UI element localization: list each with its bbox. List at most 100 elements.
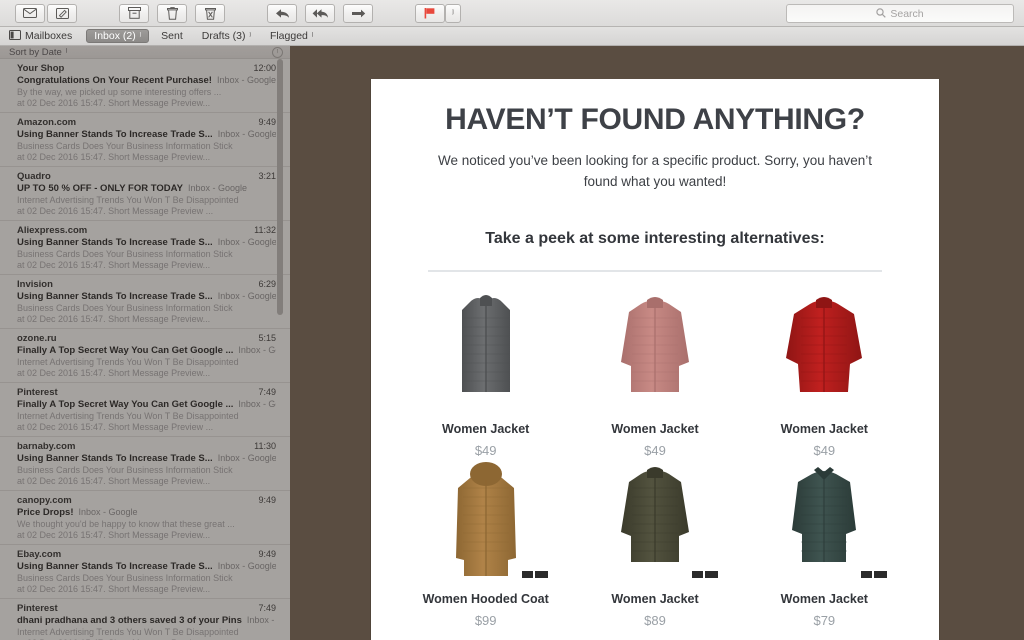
message-sender: canopy.com <box>17 495 72 506</box>
message-time: 9:49 <box>258 117 276 127</box>
message-preview-line-1: Internet Advertising Trends You Won T Be… <box>17 627 239 637</box>
product-card[interactable]: Women Jacket $79 <box>740 458 909 628</box>
message-time: 6:29 <box>258 279 276 289</box>
message-time: 9:49 <box>258 495 276 505</box>
message-mailbox: Inbox - Google <box>187 183 247 193</box>
message-list-item[interactable]: Quadro 3:21 UP TO 50 % OFF - ONLY FOR TODA… <box>0 167 290 221</box>
message-preview-line-2: at 02 Dec 2016 15:47. Short Message Prev… <box>17 98 211 108</box>
product-name: Women Jacket <box>780 421 868 436</box>
junk-trash-icon <box>204 7 216 20</box>
product-card[interactable]: Women Hooded Coat $99 <box>401 458 570 628</box>
message-preview-line-1: Business Cards Does Your Business Inform… <box>17 303 233 313</box>
mailboxes-button[interactable]: Mailboxes <box>9 27 72 45</box>
delete-button[interactable] <box>157 3 187 23</box>
message-time: 7:49 <box>258 387 276 397</box>
message-header: ozone.ru 5:15 <box>17 333 276 344</box>
message-list-scrollbar[interactable] <box>277 59 283 315</box>
message-mailbox: Inbox - Google <box>217 561 276 571</box>
message-preview-line-1: Business Cards Does Your Business Inform… <box>17 465 233 475</box>
message-subject: Using Banner Stands To Increase Trade S.… <box>17 561 213 572</box>
message-subject-row: Using Banner Stands To Increase Trade S.… <box>17 453 276 464</box>
message-sender: Invision <box>17 279 53 290</box>
message-subject: Using Banner Stands To Increase Trade S.… <box>17 237 213 248</box>
flag-button[interactable] <box>415 3 445 23</box>
product-feature-badge <box>691 570 718 578</box>
mailboxes-label: Mailboxes <box>25 30 73 42</box>
chevron-glyph: ⱜ <box>276 48 279 55</box>
junk-button[interactable] <box>195 3 225 23</box>
message-list-item[interactable]: barnaby.com 11:30 Using Banner Stands To I… <box>0 437 290 491</box>
reply-button[interactable] <box>267 3 297 23</box>
product-feature-badge <box>522 570 549 578</box>
sidebar-panel-icon <box>9 27 21 45</box>
forward-button[interactable] <box>343 3 373 23</box>
tab-sent[interactable]: Sent <box>154 29 190 43</box>
toolbar-group-reply <box>266 3 374 23</box>
message-preview-line-1: Business Cards Does Your Business Inform… <box>17 141 233 151</box>
message-sender: Quadro <box>17 171 51 182</box>
message-list-item[interactable]: Aliexpress.com 11:32 Using Banner Stands T… <box>0 221 290 275</box>
message-list-item[interactable]: Amazon.com 9:49 Using Banner Stands To Inc… <box>0 113 290 167</box>
message-sender: Pinterest <box>17 603 58 614</box>
product-image[interactable] <box>740 458 909 580</box>
message-header: Aliexpress.com 11:32 <box>17 225 276 236</box>
message-list-item[interactable]: Ebay.com 9:49 Using Banner Stands To Incre… <box>0 545 290 599</box>
tab-flagged[interactable]: Flagged ⱜ <box>263 29 320 43</box>
message-subject-row: Finally A Top Secret Way You Can Get Goo… <box>17 345 276 356</box>
message-rows: Your Shop 12:00 Congratulations On Your Re… <box>0 59 290 640</box>
archive-button[interactable] <box>119 3 149 23</box>
product-image[interactable] <box>401 288 570 410</box>
product-card[interactable]: Women Jacket $49 <box>570 288 739 458</box>
message-list-item[interactable]: canopy.com 9:49 Price Drops! Inbox - Google… <box>0 491 290 545</box>
chevron-down-icon: ⱜ <box>65 48 68 55</box>
chevron-down-circle-icon[interactable]: ⱜ <box>272 46 283 58</box>
product-card[interactable]: Women Jacket $89 <box>570 458 739 628</box>
product-image[interactable] <box>570 288 739 410</box>
message-mailbox: Inbox - Google <box>217 453 276 463</box>
tab-drafts-3[interactable]: Drafts (3) ⱜ <box>195 29 258 43</box>
reply-arrow-icon <box>275 8 290 19</box>
message-preview-line-2: at 02 Dec 2016 15:47. Short Message Prev… <box>17 530 211 540</box>
message-header: Amazon.com 9:49 <box>17 117 276 128</box>
product-image[interactable] <box>570 458 739 580</box>
message-time: 7:49 <box>258 603 276 613</box>
search-field[interactable]: Search <box>786 4 1014 23</box>
message-mailbox: Inbox - Google <box>217 129 276 139</box>
message-subject: UP TO 50 % OFF - ONLY FOR TODAY <box>17 183 183 194</box>
message-preview-line-1: We thought you'd be happy to know that t… <box>17 519 235 529</box>
envelope-icon <box>23 8 37 18</box>
message-preview-line-1: Internet Advertising Trends You Won T Be… <box>17 357 239 367</box>
message-list-item[interactable]: Pinterest 7:49 Finally A Top Secret Way Yo… <box>0 383 290 437</box>
product-card[interactable]: Women Jacket $49 <box>401 288 570 458</box>
flag-dropdown-caret[interactable]: ⱜ <box>445 3 461 23</box>
message-time: 3:21 <box>258 171 276 181</box>
message-mailbox: Inbox - Google <box>246 615 276 625</box>
toolbar: ⱜ Search <box>0 0 1024 27</box>
message-subject-row: Using Banner Stands To Increase Trade S.… <box>17 129 276 140</box>
message-time: 5:15 <box>258 333 276 343</box>
message-mailbox: Inbox - Google <box>216 75 276 85</box>
flag-icon <box>424 7 436 19</box>
sort-by-date-button[interactable]: Sort by Date ⱜ <box>9 47 67 58</box>
reply-all-button[interactable] <box>305 3 335 23</box>
tab-inbox-2[interactable]: Inbox (2) ⱜ <box>86 29 150 43</box>
tab-label: Inbox (2) <box>94 30 136 42</box>
message-list-item[interactable]: Invision 6:29 Using Banner Stands To Incre… <box>0 275 290 329</box>
product-price: $99 <box>474 612 497 628</box>
message-preview-line-1: Internet Advertising Trends You Won T Be… <box>17 411 239 421</box>
message-list-item[interactable]: ozone.ru 5:15 Finally A Top Secret Way You… <box>0 329 290 383</box>
get-mail-button[interactable] <box>15 3 45 23</box>
product-image[interactable] <box>740 288 909 410</box>
message-time: 11:30 <box>254 441 276 451</box>
message-preview-line-2: at 02 Dec 2016 15:47. Short Message Prev… <box>17 260 211 270</box>
message-list-item[interactable]: Your Shop 12:00 Congratulations On Your Re… <box>0 59 290 113</box>
product-grid: Women Jacket $49 Women Jacket $49 Women Jack… <box>371 288 939 628</box>
email-subtext: We noticed you’ve been looking for a spe… <box>438 153 872 189</box>
product-name: Women Jacket <box>611 591 699 606</box>
product-image[interactable] <box>401 458 570 580</box>
message-header: Pinterest 7:49 <box>17 387 276 398</box>
toolbar-group-flag: ⱜ <box>414 3 461 23</box>
message-list-item[interactable]: Pinterest 7:49 dhani pradhana and 3 others… <box>0 599 290 640</box>
product-card[interactable]: Women Jacket $49 <box>740 288 909 458</box>
compose-button[interactable] <box>47 3 77 23</box>
